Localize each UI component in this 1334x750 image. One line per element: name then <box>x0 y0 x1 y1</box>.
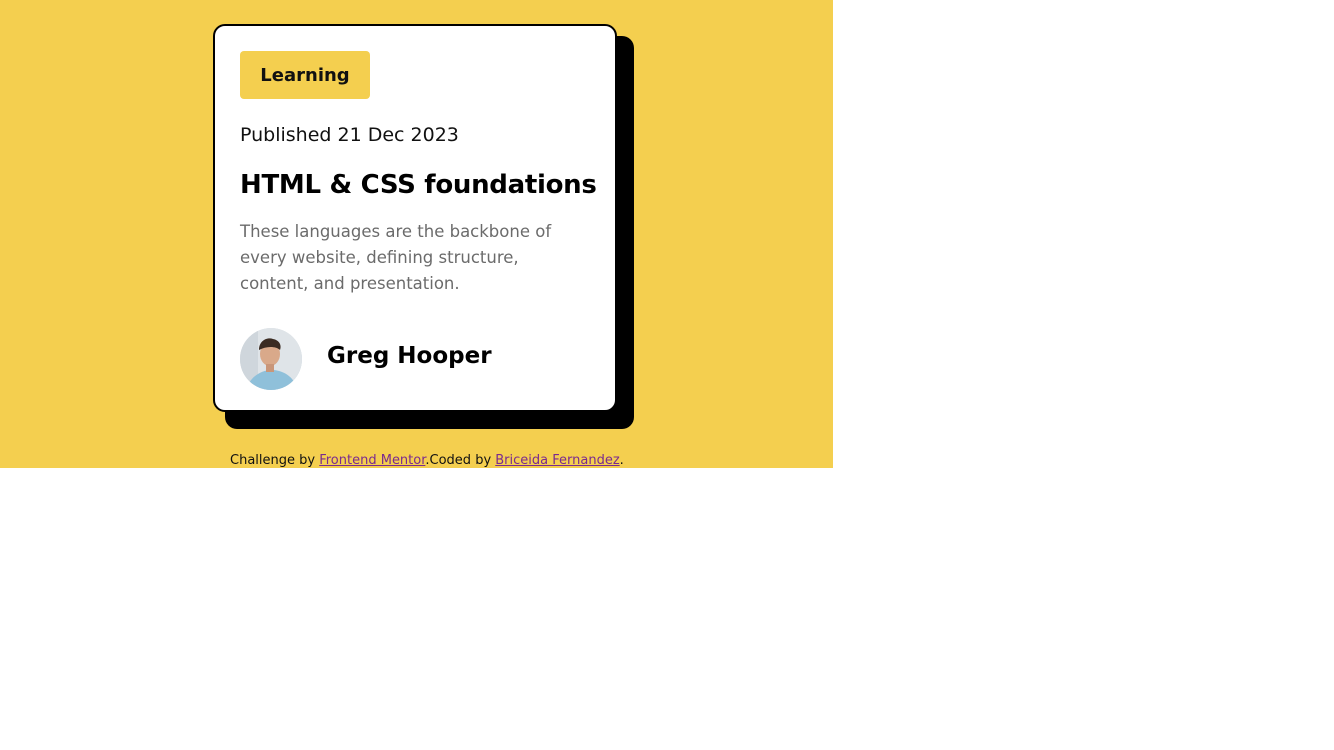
author-profile-link[interactable]: Briceida Fernandez <box>495 453 619 468</box>
blog-preview-card: Learning Published 21 Dec 2023 HTML & CS… <box>213 24 617 412</box>
author-name: Greg Hooper <box>327 343 492 369</box>
card-description: These languages are the backbone of ever… <box>240 222 552 293</box>
page-background: Learning Published 21 Dec 2023 HTML & CS… <box>0 0 833 468</box>
attribution-middle: .Coded by <box>425 453 496 468</box>
published-date: Published 21 Dec 2023 <box>240 124 459 146</box>
card-title[interactable]: HTML & CSS foundations <box>240 170 597 200</box>
attribution: Challenge by Frontend Mentor.Coded by Br… <box>230 453 624 468</box>
attribution-suffix: . <box>619 453 624 468</box>
avatar-icon <box>240 328 302 390</box>
attribution-prefix: Challenge by <box>230 453 320 468</box>
category-tag: Learning <box>240 51 370 99</box>
frontend-mentor-link[interactable]: Frontend Mentor <box>319 453 425 468</box>
